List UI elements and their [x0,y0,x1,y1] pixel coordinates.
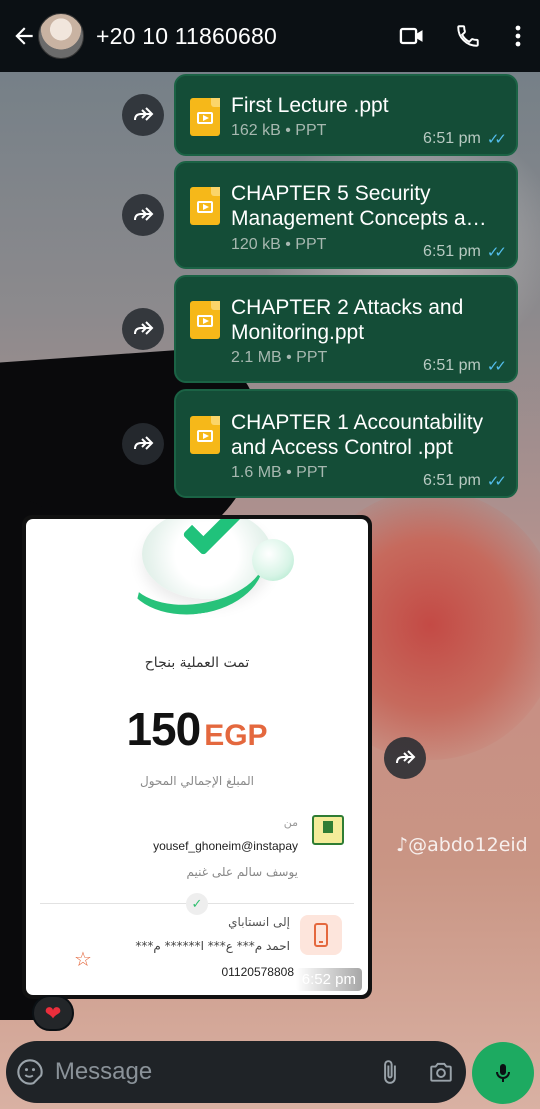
document-meta: 120 kB • PPT [231,236,327,253]
check-icon: ✓ [186,893,208,915]
document-meta: 2.1 MB • PPT [231,349,328,366]
forward-icon [396,750,416,764]
document-title: First Lecture .ppt [231,94,389,117]
camera-button[interactable] [415,1059,466,1085]
payment-receipt-image: تمت العملية بنجاح 150 EGP المبلغ الإجمالي… [26,519,368,995]
camera-icon [429,1062,452,1082]
ppt-file-icon [190,416,220,454]
attach-button[interactable] [365,1058,416,1086]
read-ticks-icon: ✓✓ [486,358,507,375]
ppt-file-icon [190,301,220,339]
document-message[interactable]: CHAPTER 1 Accountability and Access Cont… [174,389,518,498]
message-time: 6:51 pm ✓✓ [423,357,507,375]
document-title: CHAPTER 1 Accountability and Access Cont… [231,411,484,459]
document-meta: 1.6 MB • PPT [231,464,328,481]
read-ticks-icon: ✓✓ [486,131,507,148]
forward-button[interactable] [122,308,164,350]
ppt-file-icon [190,187,220,225]
read-ticks-icon: ✓✓ [486,473,507,490]
voice-call-button[interactable] [440,0,496,72]
document-title: CHAPTER 2 Attacks and Monitoring.ppt [231,296,464,344]
sticker-icon [17,1059,44,1085]
video-call-icon [399,27,423,45]
read-ticks-icon: ✓✓ [486,244,507,261]
success-text: تمت العملية بنجاح [144,655,250,671]
phone-call-icon [457,25,479,47]
to-phone: 01120578808 [221,965,294,979]
message-time: 6:51 pm ✓✓ [423,472,507,490]
star-icon: ☆ [74,949,92,971]
to-name: احمد م*** ع*** ا****** م*** [135,939,290,953]
more-options-icon [515,25,521,47]
from-name: يوسف سالم على غنيم [186,865,298,879]
forward-button[interactable] [122,194,164,236]
total-label: المبلغ الإجمالي المحول [140,774,254,788]
heart-reaction[interactable]: ❤ [32,995,74,1031]
ppt-file-icon [190,98,220,136]
message-input[interactable] [54,1058,365,1086]
chat-header: +20 10 11860680 [0,0,540,72]
to-label: إلى انستاباي [228,915,290,929]
avatar[interactable] [38,13,84,59]
from-label: من [283,816,298,829]
document-message[interactable]: First Lecture .ppt 162 kB • PPT 6:51 pm ✓… [174,74,518,156]
message-time: 6:52 pm [295,968,362,991]
more-options-button[interactable] [496,0,540,72]
microphone-icon [496,1064,510,1082]
message-composer [6,1041,466,1103]
message-time: 6:51 pm ✓✓ [423,130,507,148]
forward-button[interactable] [122,423,164,465]
sticker-button[interactable] [6,1058,55,1086]
image-message[interactable]: تمت العملية بنجاح 150 EGP المبلغ الإجمالي… [22,515,372,999]
document-message[interactable]: CHAPTER 2 Attacks and Monitoring.ppt 2.1… [174,275,518,383]
success-check-icon [118,519,294,624]
forward-icon [134,321,154,335]
forward-button[interactable] [384,737,426,779]
forward-button[interactable] [122,94,164,136]
bank-logo [312,815,344,845]
back-arrow-icon [15,27,33,45]
video-call-button[interactable] [384,0,440,72]
document-meta: 162 kB • PPT [231,122,327,139]
voice-record-button[interactable] [472,1042,534,1104]
paperclip-icon [384,1060,396,1084]
transfer-amount: 150 EGP [126,703,268,755]
tiktok-icon: ♪ [396,834,409,856]
contact-name[interactable]: +20 10 11860680 [96,23,384,50]
message-time: 6:51 pm ✓✓ [423,243,507,261]
mobile-icon [300,915,342,955]
document-title: CHAPTER 5 Security Management Concepts a… [231,182,487,230]
from-handle: yousef_ghoneim@instapay [153,839,298,853]
forward-icon [134,107,154,121]
forward-icon [134,436,154,450]
tiktok-watermark: ♪@abdo12eid [396,834,528,856]
document-message[interactable]: CHAPTER 5 Security Management Concepts a… [174,161,518,269]
forward-icon [134,207,154,221]
